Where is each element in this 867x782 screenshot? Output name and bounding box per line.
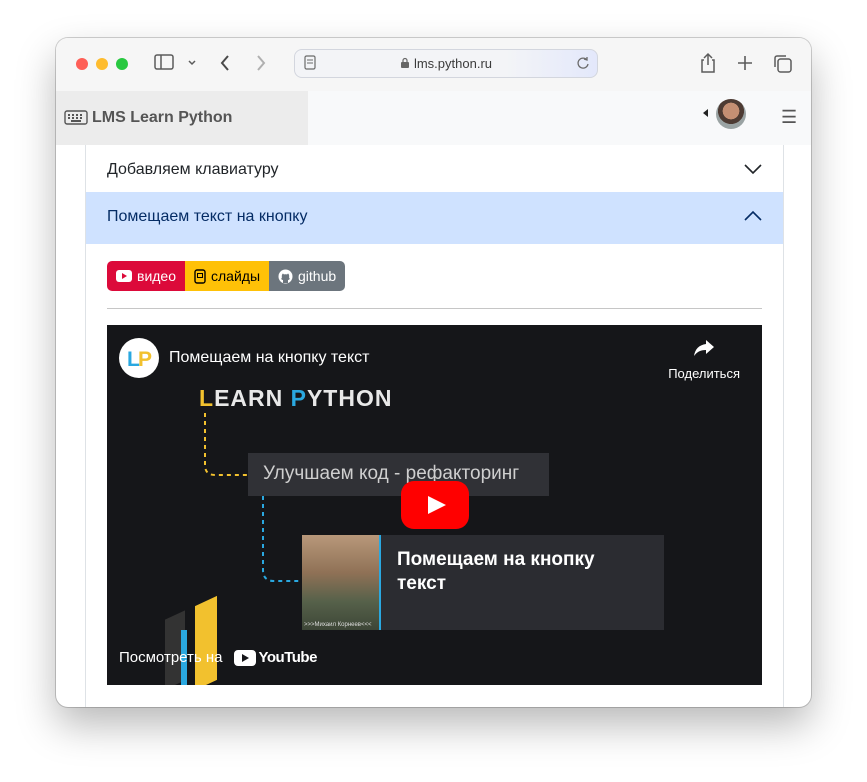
maximize-window-button[interactable] (116, 58, 128, 70)
accordion-item-keyboard[interactable]: Добавляем клавиатуру (86, 145, 783, 198)
watch-on-youtube-link[interactable]: Посмотреть на YouTube (119, 649, 317, 666)
url-label: lms.python.ru (413, 56, 493, 71)
current-topic-card: >>>Михаил Корнеев<<< Помещаем на кнопку … (302, 535, 664, 630)
slides-button[interactable]: слайды (185, 261, 270, 291)
play-button[interactable] (401, 481, 469, 529)
chevron-down-icon (744, 164, 762, 175)
resource-buttons: видео слайды github (107, 261, 346, 291)
github-button[interactable]: github (269, 261, 346, 291)
speaker-photo: >>>Михаил Корнеев<<< (302, 535, 381, 630)
github-button-label: github (298, 268, 337, 284)
new-tab-icon[interactable] (736, 54, 754, 76)
browser-toolbar: lms.python.ru (56, 38, 811, 92)
caret-left-icon[interactable] (703, 109, 708, 117)
back-icon[interactable] (219, 54, 231, 76)
reload-icon[interactable] (576, 55, 590, 75)
keyboard-icon (64, 110, 88, 130)
browser-window: lms.python.ru LMS Learn Python ☰ Добавля… (56, 38, 811, 707)
lesson-content: Добавляем клавиатуру Помещаем текст на к… (85, 145, 784, 707)
youtube-icon (116, 270, 132, 282)
video-button[interactable]: видео (107, 261, 185, 291)
tabs-overview-icon[interactable] (773, 54, 793, 78)
menu-icon[interactable]: ☰ (781, 107, 797, 128)
decor-bar (195, 595, 217, 685)
url-text: lms.python.ru (295, 56, 597, 72)
slides-icon (194, 268, 206, 284)
site-brand[interactable]: LMS Learn Python (64, 109, 232, 130)
lock-icon (400, 57, 410, 72)
photo-caption: >>>Михаил Корнеев<<< (304, 622, 372, 628)
divider (107, 308, 762, 309)
youtube-logo: YouTube (234, 649, 317, 666)
forward-icon[interactable] (255, 54, 267, 76)
previous-topic-label: Улучшаем код - рефакторинг (263, 463, 520, 484)
current-topic-label: Помещаем на кнопку текст (397, 549, 595, 594)
accordion-item-label: Добавляем клавиатуру (107, 161, 279, 178)
slides-button-label: слайды (211, 268, 261, 284)
sidebar-icon[interactable] (154, 54, 174, 74)
user-avatar[interactable] (716, 99, 746, 129)
chevron-up-icon (744, 210, 762, 221)
previous-topic-card: Улучшаем код - рефакторинг (248, 453, 549, 496)
watch-on-label: Посмотреть на (119, 649, 223, 666)
chevron-down-icon[interactable] (187, 54, 197, 74)
youtube-wordmark: YouTube (258, 649, 317, 666)
close-window-button[interactable] (76, 58, 88, 70)
accordion-item-button-text[interactable]: Помещаем текст на кнопку (86, 192, 783, 244)
video-button-label: видео (137, 268, 176, 284)
github-icon (278, 269, 293, 284)
accordion-item-label: Помещаем текст на кнопку (107, 208, 308, 225)
site-navbar: LMS Learn Python ☰ (56, 91, 811, 145)
brand-text: LMS Learn Python (92, 109, 233, 126)
address-bar[interactable]: lms.python.ru (294, 49, 598, 78)
youtube-embed[interactable]: LP Помещаем на кнопку текст Поделиться L… (107, 325, 762, 685)
minimize-window-button[interactable] (96, 58, 108, 70)
share-icon[interactable] (699, 52, 717, 78)
youtube-play-icon (234, 649, 257, 666)
